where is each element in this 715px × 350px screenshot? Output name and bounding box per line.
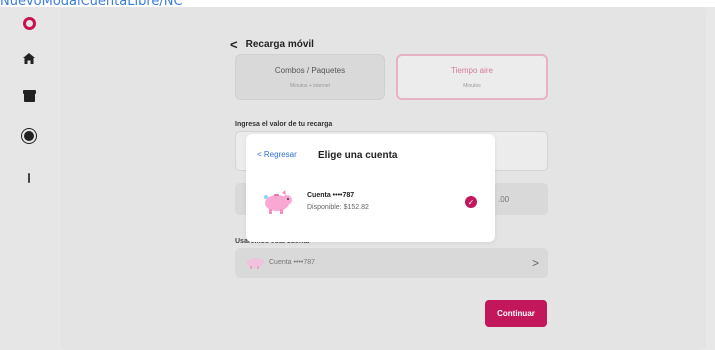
option-title: Tiempo aire	[451, 65, 493, 75]
page-title: Recarga móvil	[245, 39, 314, 50]
store-icon[interactable]	[22, 89, 36, 104]
continue-button[interactable]: Continuar	[485, 300, 547, 327]
option-combos[interactable]: Combos / Paquetes Minutos + internet	[235, 54, 385, 100]
amount-label: Ingresa el valor de tu recarga	[235, 121, 333, 128]
check-icon[interactable]: ✓	[465, 196, 477, 208]
piggy-bank-icon	[262, 189, 294, 215]
chevron-right-icon[interactable]: >	[532, 256, 539, 270]
choose-account-modal: < Regresar Elige una cuenta Cuenta ••••7…	[246, 134, 495, 242]
sidebar	[0, 7, 58, 350]
amount-suffix: .00	[498, 195, 510, 204]
app-window: < Recarga móvil Combos / Paquetes Minuto…	[0, 7, 715, 350]
back-button[interactable]: <	[230, 37, 238, 52]
option-tiempo-aire[interactable]: Tiempo aire Minutos	[396, 54, 548, 100]
settings-icon[interactable]	[22, 129, 36, 143]
more-icon[interactable]	[22, 171, 36, 185]
home-icon[interactable]	[22, 51, 36, 65]
modal-back-link[interactable]: < Regresar	[257, 150, 297, 159]
modal-account-name[interactable]: Cuenta ••••787	[307, 192, 354, 199]
option-title: Combos / Paquetes	[274, 65, 346, 75]
option-subtitle: Minutos	[463, 82, 481, 89]
account-name: Cuenta ••••787	[269, 259, 315, 266]
logo-icon[interactable]	[22, 16, 36, 30]
page-header: < Recarga móvil	[230, 37, 314, 52]
piggy-bank-icon	[245, 255, 265, 269]
option-subtitle: Minutos + internet	[290, 82, 330, 89]
modal-account-available: Disponible: $152.82	[307, 204, 369, 211]
modal-title: Elige una cuenta	[318, 150, 398, 161]
